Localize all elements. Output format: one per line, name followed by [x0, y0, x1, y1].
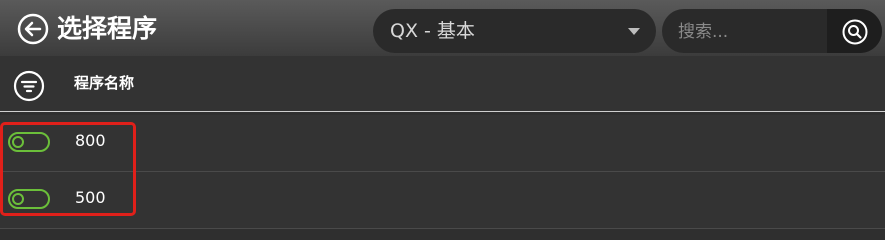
toggle-knob	[12, 193, 24, 205]
table-row[interactable]: 800	[0, 115, 885, 172]
back-button[interactable]	[17, 13, 49, 45]
select-program-screen: 选择程序 QX - 基本 程序名称	[0, 0, 885, 230]
search-icon	[842, 19, 868, 45]
page-title: 选择程序	[57, 14, 158, 43]
program-group-dropdown[interactable]: QX - 基本	[373, 9, 656, 53]
table-row[interactable]: 500	[0, 172, 885, 229]
program-name-cell: 800	[75, 131, 106, 150]
filter-icon	[13, 70, 45, 102]
toggle-knob	[12, 136, 24, 148]
row-toggle[interactable]	[8, 189, 50, 209]
column-header-program-name[interactable]: 程序名称	[74, 72, 134, 93]
filter-button[interactable]	[13, 70, 45, 102]
dropdown-selected-value: QX - 基本	[390, 20, 475, 42]
header-bar: 选择程序 QX - 基本	[0, 0, 885, 56]
search-input[interactable]	[676, 17, 820, 47]
table-header: 程序名称	[0, 56, 885, 112]
search-button[interactable]	[827, 9, 882, 53]
caret-down-icon	[628, 28, 640, 35]
search-box	[662, 9, 882, 53]
row-toggle[interactable]	[8, 132, 50, 152]
back-arrow-circle-icon	[17, 13, 49, 45]
program-name-cell: 500	[75, 188, 106, 207]
